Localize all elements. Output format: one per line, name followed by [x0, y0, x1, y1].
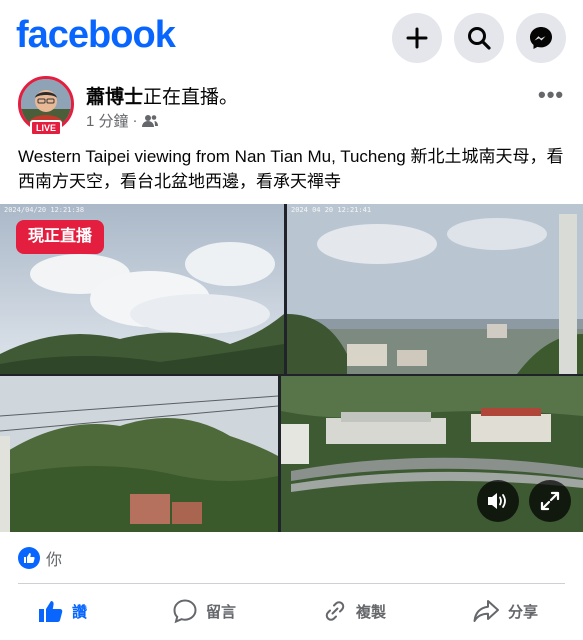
- copy-button[interactable]: 複製: [322, 586, 386, 636]
- author-line: 蕭博士正在直播。: [86, 82, 238, 109]
- camera-timestamp: 2024/04/20 12:21:38: [4, 206, 85, 214]
- camera-timestamp: 2024 04 20 12:21:41: [291, 206, 372, 214]
- post-time[interactable]: 1 分鐘: [86, 110, 129, 131]
- friends-icon: [141, 114, 158, 127]
- camera-view-2-scene: [287, 204, 583, 374]
- sound-button[interactable]: [477, 480, 519, 522]
- like-label: 讚: [72, 603, 88, 621]
- meta-separator: ·: [132, 112, 138, 129]
- post-text: Western Taipei viewing from Nan Tian Mu,…: [18, 147, 564, 191]
- author-name[interactable]: 蕭博士: [86, 87, 143, 108]
- comment-icon: [173, 599, 197, 624]
- live-badge: LIVE: [30, 120, 62, 136]
- search-icon: [468, 27, 491, 50]
- speaker-icon: [488, 493, 506, 509]
- like-icon: [18, 547, 40, 569]
- create-button[interactable]: [392, 13, 442, 63]
- post-meta: 1 分鐘 ·: [86, 110, 158, 131]
- share-icon: [473, 600, 499, 622]
- messenger-icon: [530, 27, 552, 49]
- plus-icon: [406, 27, 428, 49]
- thumbs-up-icon: [39, 601, 63, 622]
- share-label: 分享: [508, 603, 539, 621]
- more-options-button[interactable]: •••: [538, 82, 564, 108]
- search-button[interactable]: [454, 13, 504, 63]
- camera-view-3: [0, 376, 278, 532]
- top-bar: facebook: [0, 0, 583, 72]
- copy-label: 複製: [356, 603, 387, 621]
- facebook-logo[interactable]: facebook: [16, 14, 176, 57]
- live-video[interactable]: 2024/04/20 12:21:38 2024 04 20 12:21:41: [0, 204, 583, 532]
- link-icon: [325, 601, 345, 621]
- live-now-badge: 現正直播: [16, 220, 105, 254]
- reaction-text: 你: [46, 552, 63, 569]
- divider: [18, 583, 565, 584]
- camera-view-3-scene: [0, 376, 278, 532]
- fullscreen-icon: [540, 491, 560, 511]
- post-header: LIVE 蕭博士正在直播。 1 分鐘 · •••: [0, 76, 583, 136]
- messenger-button[interactable]: [516, 13, 566, 63]
- camera-view-2: 2024 04 20 12:21:41: [287, 204, 583, 374]
- author-status: 正在直播。: [143, 87, 239, 108]
- author-avatar[interactable]: LIVE: [18, 76, 74, 136]
- fullscreen-button[interactable]: [529, 480, 571, 522]
- reaction-summary[interactable]: 你: [18, 546, 62, 570]
- post-actions: 讚 留言 複製 分享: [0, 586, 583, 636]
- like-button[interactable]: 讚: [38, 586, 87, 636]
- comment-label: 留言: [206, 603, 237, 621]
- share-button[interactable]: 分享: [472, 586, 538, 636]
- comment-button[interactable]: 留言: [172, 586, 236, 636]
